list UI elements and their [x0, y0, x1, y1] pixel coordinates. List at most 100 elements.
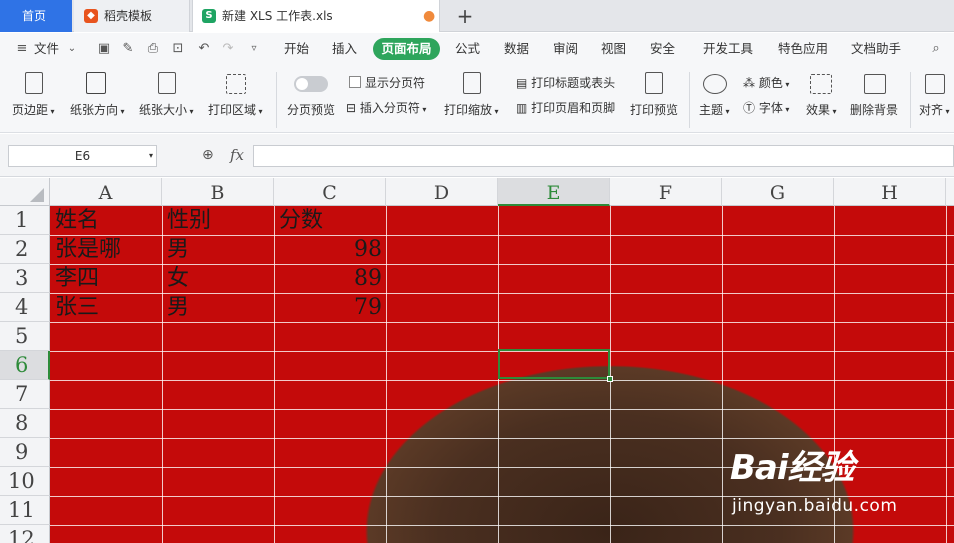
print-scaling-button[interactable]: 打印缩放 ▾ — [444, 101, 499, 118]
align-button[interactable]: 对齐 ▾ — [919, 101, 950, 118]
format-painter-icon[interactable]: ✎ — [120, 41, 136, 57]
print-area-button[interactable]: 打印区域 ▾ — [208, 101, 263, 118]
header-footer-button[interactable]: ▥ 打印页眉和页脚 — [516, 99, 615, 116]
save-icon[interactable]: ▣ — [96, 41, 112, 57]
menu-developer[interactable]: 开发工具 — [703, 40, 753, 58]
tab-home[interactable]: 首页 — [0, 0, 72, 32]
align-icon[interactable] — [925, 74, 945, 94]
new-tab-button[interactable]: + — [452, 0, 478, 32]
hamburger-menu-icon[interactable]: ≡ — [14, 41, 30, 57]
unsaved-dot-icon: ● — [423, 8, 436, 24]
print-scaling-icon[interactable] — [463, 72, 481, 94]
grid-line — [50, 322, 954, 323]
menu-doc-assistant[interactable]: 文档助手 — [851, 40, 901, 58]
formula-input[interactable] — [253, 145, 954, 167]
row-header-12[interactable]: 12 — [0, 525, 50, 543]
colors-icon: ⁂ — [743, 76, 759, 90]
column-header-g[interactable]: G — [722, 178, 834, 206]
select-all-corner[interactable] — [0, 178, 50, 206]
column-header-c[interactable]: C — [274, 178, 386, 206]
row-header-2[interactable]: 2 — [0, 235, 50, 264]
print-area-icon[interactable] — [226, 74, 246, 94]
row-header-7[interactable]: 7 — [0, 380, 50, 409]
cell-c3[interactable]: 89 — [274, 264, 386, 293]
fonts-button[interactable]: Ⓣ 字体 ▾ — [743, 99, 789, 116]
tab-templates[interactable]: ◆ 稻壳模板 — [74, 0, 190, 32]
grid-line — [162, 206, 163, 543]
menu-formulas[interactable]: 公式 — [455, 40, 480, 58]
column-header-h[interactable]: H — [834, 178, 946, 206]
menu-security[interactable]: 安全 — [650, 40, 675, 58]
tab-document[interactable]: S 新建 XLS 工作表.xls ● — [192, 0, 440, 32]
cell-a1[interactable]: 姓名 — [55, 206, 160, 235]
menu-file[interactable]: 文件 — [34, 40, 59, 58]
cell-b4[interactable]: 男 — [167, 293, 272, 322]
cell-c2[interactable]: 98 — [274, 235, 386, 264]
remove-background-button[interactable]: 删除背景 — [850, 101, 898, 118]
column-header-a[interactable]: A — [50, 178, 162, 206]
cell-c1[interactable]: 分数 — [279, 206, 384, 235]
print-preview-icon[interactable]: ⊡ — [170, 41, 186, 57]
paper-size-button[interactable]: 纸张大小 ▾ — [139, 101, 194, 118]
effects-icon[interactable] — [810, 74, 832, 94]
row-header-5[interactable]: 5 — [0, 322, 50, 351]
remove-background-icon[interactable] — [864, 74, 886, 94]
column-header-f[interactable]: F — [610, 178, 722, 206]
zoom-formula-icon[interactable]: ⊕ — [202, 147, 214, 163]
column-header-e[interactable]: E — [498, 178, 610, 206]
cell-b2[interactable]: 男 — [167, 235, 272, 264]
row-header-4[interactable]: 4 — [0, 293, 50, 322]
menu-insert[interactable]: 插入 — [332, 40, 357, 58]
row-header-3[interactable]: 3 — [0, 264, 50, 293]
column-header-d[interactable]: D — [386, 178, 498, 206]
row-header-11[interactable]: 11 — [0, 496, 50, 525]
theme-button[interactable]: 主题 ▾ — [699, 101, 730, 118]
insert-page-break-icon: ⊟ — [346, 101, 360, 115]
menu-review[interactable]: 审阅 — [553, 40, 578, 58]
menu-data[interactable]: 数据 — [504, 40, 529, 58]
selected-cell-e6[interactable] — [498, 349, 610, 379]
search-icon[interactable]: ⌕ — [928, 41, 944, 57]
insert-function-button[interactable]: fx — [230, 146, 244, 164]
grid-line — [722, 206, 723, 543]
theme-palette-icon[interactable] — [703, 74, 727, 94]
tab-templates-label: 稻壳模板 — [104, 9, 153, 23]
row-header-1[interactable]: 1 — [0, 206, 50, 235]
cell-b1[interactable]: 性别 — [167, 206, 272, 235]
undo-icon[interactable]: ↶ — [196, 41, 212, 57]
colors-button[interactable]: ⁂ 颜色 ▾ — [743, 74, 789, 91]
insert-page-break-button[interactable]: ⊟ 插入分页符 ▾ — [346, 99, 426, 116]
row-header-6[interactable]: 6 — [0, 351, 50, 380]
cell-a3[interactable]: 李四 — [55, 264, 160, 293]
effects-button[interactable]: 效果 ▾ — [806, 101, 837, 118]
row-header-9[interactable]: 9 — [0, 438, 50, 467]
grid-line — [946, 206, 947, 543]
menu-home[interactable]: 开始 — [284, 40, 309, 58]
chevron-down-icon[interactable]: ⌄ — [64, 41, 80, 57]
cell-a2[interactable]: 张是哪 — [55, 235, 160, 264]
fill-handle[interactable] — [607, 376, 613, 382]
page-break-preview-toggle[interactable] — [294, 76, 328, 92]
margins-button[interactable]: 页边距 ▾ — [12, 101, 55, 118]
menu-view[interactable]: 视图 — [601, 40, 626, 58]
row-header-8[interactable]: 8 — [0, 409, 50, 438]
cell-a4[interactable]: 张三 — [55, 293, 160, 322]
cell-c4[interactable]: 79 — [274, 293, 386, 322]
show-page-breaks-checkbox[interactable] — [349, 76, 361, 88]
print-preview-ribbon-icon[interactable] — [645, 72, 663, 94]
margins-icon[interactable] — [25, 72, 43, 94]
column-header-b[interactable]: B — [162, 178, 274, 206]
name-box[interactable]: E6 ▾ — [8, 145, 157, 167]
print-titles-button[interactable]: ▤ 打印标题或表头 — [516, 74, 615, 91]
row-header-10[interactable]: 10 — [0, 467, 50, 496]
menu-page-layout[interactable]: 页面布局 — [373, 38, 440, 60]
paper-size-icon[interactable] — [158, 72, 176, 94]
menu-features[interactable]: 特色应用 — [778, 40, 828, 58]
customize-toolbar-icon[interactable]: ▿ — [246, 41, 262, 57]
orientation-button[interactable]: 纸张方向 ▾ — [70, 101, 125, 118]
docer-logo-icon: ◆ — [84, 9, 98, 23]
print-preview-button[interactable]: 打印预览 — [630, 101, 678, 118]
cell-b3[interactable]: 女 — [167, 264, 272, 293]
orientation-icon[interactable] — [86, 72, 106, 94]
print-icon[interactable]: ⎙ — [145, 41, 161, 57]
